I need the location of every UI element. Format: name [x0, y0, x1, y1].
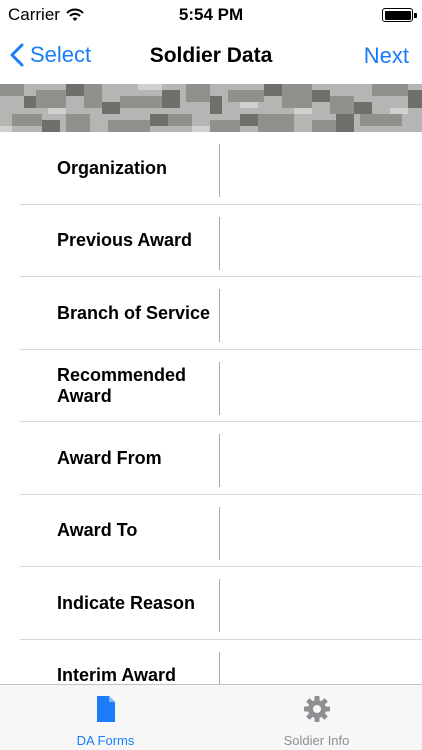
recommended-award-field[interactable]: [228, 368, 410, 404]
row-divider: [219, 651, 220, 684]
row-label: Organization: [57, 157, 168, 178]
gear-icon: [304, 696, 330, 722]
navigation-bar: Select Soldier Data Next: [0, 30, 422, 84]
form-row-award-to: Award To: [0, 495, 422, 568]
row-label: Award From: [57, 447, 162, 468]
soldier-data-form: Organization Previous Award Branch of Se…: [0, 132, 422, 684]
row-divider: [219, 434, 220, 487]
form-row-award-from: Award From: [0, 422, 422, 495]
row-label: Previous Award: [57, 230, 193, 250]
form-row-interim-award: Interim Award: [0, 640, 422, 685]
form-row-previous-award: Previous Award: [0, 205, 422, 278]
battery-tip: [414, 12, 417, 18]
row-label: Indicate Reason: [57, 592, 196, 613]
award-to-field[interactable]: [228, 513, 410, 549]
tab-soldier-info[interactable]: Soldier Info: [211, 685, 422, 750]
row-divider: [219, 144, 220, 197]
next-button[interactable]: Next: [364, 43, 409, 69]
status-time: 5:54 PM: [178, 5, 244, 24]
tab-da-forms[interactable]: DA Forms: [0, 685, 211, 750]
indicate-reason-field[interactable]: [228, 585, 410, 621]
row-divider: [219, 289, 220, 342]
row-divider: [219, 506, 220, 560]
form-row-organization: Organization: [0, 132, 422, 205]
previous-award-field[interactable]: [228, 223, 410, 259]
award-from-field[interactable]: [228, 440, 410, 476]
tab-label: Soldier Info: [283, 733, 350, 748]
row-divider: [219, 579, 220, 632]
battery-level: [384, 10, 411, 20]
row-divider: [219, 361, 220, 415]
form-row-indicate-reason: Indicate Reason: [0, 567, 422, 640]
row-label: Award To: [57, 520, 138, 540]
form-row-recommended-award: Recommended Award: [0, 350, 422, 423]
organization-field[interactable]: [228, 150, 410, 186]
tab-label: DA Forms: [76, 733, 135, 748]
tab-bar: DA Forms Soldier Info: [0, 684, 422, 750]
row-divider: [219, 216, 220, 270]
form-row-branch-of-service: Branch of Service: [0, 277, 422, 350]
page-title: Soldier Data: [149, 44, 273, 67]
row-label: Recommended Award: [57, 364, 187, 406]
interim-award-field[interactable]: [228, 658, 410, 685]
row-label: Branch of Service: [57, 302, 211, 323]
camouflage-banner: [0, 84, 422, 132]
status-bar: Carrier 5:54 PM: [0, 0, 422, 30]
battery-icon: [382, 8, 417, 22]
row-label: Interim Award: [57, 665, 177, 684]
document-icon: [97, 696, 115, 722]
branch-of-service-field[interactable]: [228, 295, 410, 331]
